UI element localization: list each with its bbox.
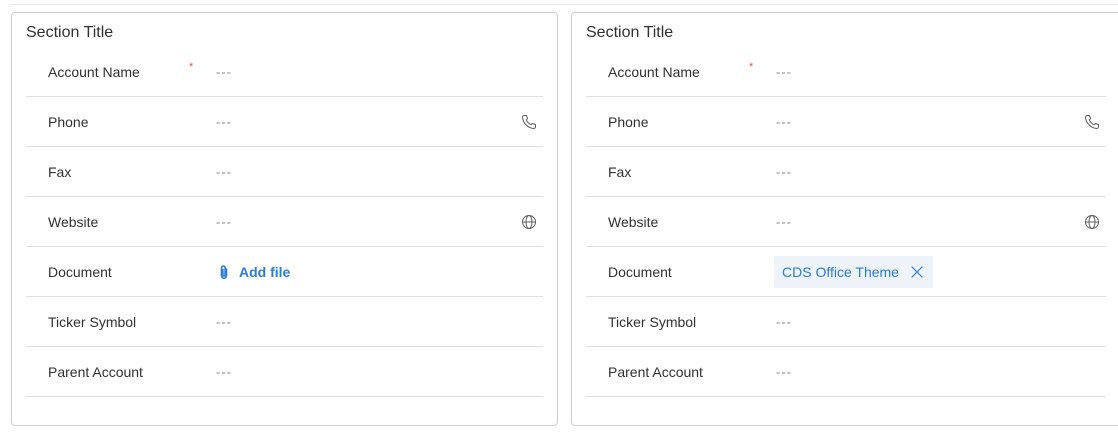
- phone-value[interactable]: ---: [216, 114, 232, 129]
- field-list: Account Name * --- Phone --- Fax --- Web…: [586, 47, 1106, 397]
- field-row-ticker-symbol[interactable]: Ticker Symbol ---: [26, 297, 543, 347]
- website-value[interactable]: ---: [776, 214, 792, 229]
- field-list: Account Name * --- Phone --- Fax --- Web…: [26, 47, 543, 397]
- file-chip[interactable]: CDS Office Theme: [774, 255, 933, 288]
- globe-icon[interactable]: [521, 214, 537, 230]
- field-row-document: Document CDS Office Theme: [586, 247, 1106, 297]
- field-label: Account Name: [48, 63, 140, 80]
- paperclip-icon: [220, 264, 228, 279]
- field-label: Account Name: [608, 63, 700, 80]
- ticker-symbol-value[interactable]: ---: [776, 314, 792, 329]
- field-row-parent-account[interactable]: Parent Account ---: [586, 347, 1106, 397]
- top-divider: [10, 4, 1118, 5]
- field-row-phone[interactable]: Phone ---: [586, 97, 1106, 147]
- required-indicator: *: [189, 61, 194, 73]
- field-label: Website: [48, 213, 99, 230]
- field-row-fax[interactable]: Fax ---: [586, 147, 1106, 197]
- field-row-website[interactable]: Website ---: [26, 197, 543, 247]
- file-name[interactable]: CDS Office Theme: [782, 264, 899, 280]
- fax-value[interactable]: ---: [776, 164, 792, 179]
- field-label: Ticker Symbol: [48, 313, 137, 330]
- section-title: Section Title: [26, 24, 114, 41]
- add-file-button[interactable]: Add file: [218, 264, 290, 280]
- parent-account-value[interactable]: ---: [776, 364, 792, 379]
- phone-icon[interactable]: [521, 114, 537, 130]
- ticker-symbol-value[interactable]: ---: [216, 314, 232, 329]
- field-label: Website: [608, 213, 659, 230]
- parent-account-value[interactable]: ---: [216, 364, 232, 379]
- field-row-document: Document Add file: [26, 247, 543, 297]
- field-label: Parent Account: [48, 363, 143, 380]
- field-label: Phone: [48, 113, 89, 130]
- field-label: Fax: [48, 163, 72, 180]
- required-indicator: *: [749, 61, 754, 73]
- globe-icon[interactable]: [1084, 214, 1100, 230]
- field-row-parent-account[interactable]: Parent Account ---: [26, 347, 543, 397]
- field-label: Fax: [608, 163, 632, 180]
- field-row-website[interactable]: Website ---: [586, 197, 1106, 247]
- field-label: Document: [608, 263, 672, 280]
- close-icon[interactable]: [911, 265, 923, 278]
- phone-value[interactable]: ---: [776, 114, 792, 129]
- account-name-value[interactable]: ---: [216, 64, 232, 79]
- field-row-fax[interactable]: Fax ---: [26, 147, 543, 197]
- phone-icon[interactable]: [1084, 114, 1100, 130]
- section-panel-right: Section Title Account Name * --- Phone -…: [571, 12, 1118, 426]
- section-panel-left: Section Title Account Name * --- Phone -…: [11, 12, 558, 426]
- field-row-account-name[interactable]: Account Name * ---: [586, 47, 1106, 97]
- field-label: Parent Account: [608, 363, 703, 380]
- section-title: Section Title: [586, 24, 674, 41]
- field-row-phone[interactable]: Phone ---: [26, 97, 543, 147]
- field-label: Ticker Symbol: [608, 313, 697, 330]
- add-file-label: Add file: [239, 263, 291, 280]
- field-label: Phone: [608, 113, 649, 130]
- field-row-account-name[interactable]: Account Name * ---: [26, 47, 543, 97]
- fax-value[interactable]: ---: [216, 164, 232, 179]
- account-name-value[interactable]: ---: [776, 64, 792, 79]
- field-row-ticker-symbol[interactable]: Ticker Symbol ---: [586, 297, 1106, 347]
- field-label: Document: [48, 263, 112, 280]
- website-value[interactable]: ---: [216, 214, 232, 229]
